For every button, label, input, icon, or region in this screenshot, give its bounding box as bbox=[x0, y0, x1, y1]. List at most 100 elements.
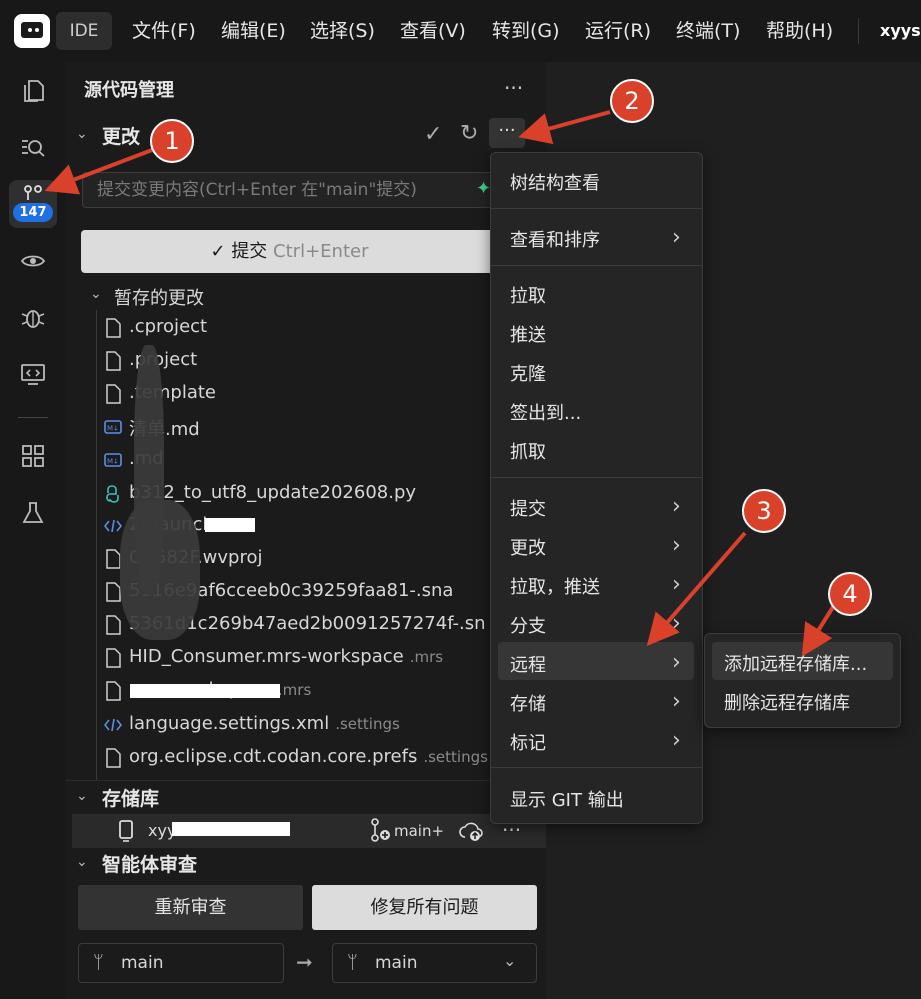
markdown-icon: M↓ bbox=[104, 417, 122, 437]
menu-item-tags[interactable]: 标记 bbox=[510, 729, 546, 755]
file-row[interactable]: b312_to_utf8_update202608.py bbox=[66, 478, 490, 511]
menu-item-pull[interactable]: 拉取 bbox=[510, 282, 546, 308]
panel-title: 源代码管理 bbox=[84, 80, 174, 101]
menu-goto[interactable]: 转到(G) bbox=[492, 0, 560, 62]
menu-separator bbox=[491, 477, 702, 478]
agent-review-section-label[interactable]: 智能体审查 bbox=[102, 850, 197, 877]
submenu-add-remote[interactable]: 添加远程存储库... bbox=[724, 650, 867, 676]
menu-item-remote[interactable]: 远程 bbox=[510, 651, 546, 677]
svg-text:M↓: M↓ bbox=[107, 458, 119, 466]
commit-check-icon[interactable]: ✓ bbox=[424, 122, 442, 147]
file-row[interactable]: M↓ 清单.md bbox=[66, 411, 490, 444]
menu-file[interactable]: 文件(F) bbox=[132, 0, 196, 62]
agent-chevron-icon[interactable]: ⌄ bbox=[76, 854, 88, 870]
menu-item-commit[interactable]: 提交 bbox=[510, 495, 546, 521]
file-row[interactable]: M↓.md bbox=[66, 444, 490, 477]
redaction-mark bbox=[205, 518, 255, 532]
repositories-section-label[interactable]: 存储库 bbox=[102, 784, 159, 811]
eye-icon[interactable] bbox=[20, 248, 46, 274]
menu-edit[interactable]: 编辑(E) bbox=[221, 0, 286, 62]
menu-item-changes[interactable]: 更改 bbox=[510, 534, 546, 560]
app-logo-icon[interactable] bbox=[14, 14, 50, 48]
to-branch-select[interactable]: ᛘ main ⌄ bbox=[332, 943, 537, 983]
file-icon bbox=[104, 681, 122, 701]
app-name: IDE bbox=[56, 12, 112, 50]
code-icon bbox=[103, 516, 123, 536]
chevron-down-icon: ⌄ bbox=[503, 951, 517, 970]
menu-item-fetch[interactable]: 抓取 bbox=[510, 438, 546, 464]
explorer-icon[interactable] bbox=[20, 78, 46, 104]
activity-separator bbox=[18, 417, 48, 418]
markdown-icon: M↓ bbox=[104, 450, 122, 470]
commit-message-input[interactable]: 提交变更内容(Ctrl+Enter 在"main"提交) bbox=[82, 172, 502, 208]
arrow-right-icon: ➞ bbox=[296, 950, 313, 974]
fix-all-button[interactable]: 修复所有问题 bbox=[312, 885, 537, 930]
commit-button[interactable]: ✓ 提交 Ctrl+Enter bbox=[81, 230, 498, 273]
menu-run[interactable]: 运行(R) bbox=[585, 0, 651, 62]
file-row[interactable]: .cproject bbox=[66, 312, 490, 345]
commit-shortcut: Ctrl+Enter bbox=[273, 241, 369, 262]
submenu-remove-remote[interactable]: 删除远程存储库 bbox=[724, 689, 850, 715]
repo-chevron-icon[interactable]: ⌄ bbox=[76, 788, 88, 804]
file-folder: .settings bbox=[423, 748, 488, 766]
menu-terminal[interactable]: 终端(T) bbox=[676, 0, 740, 62]
file-row[interactable]: language.settings.xml .settings bbox=[66, 709, 490, 742]
file-name: org.eclipse.cdt.codan.core.prefs .setting… bbox=[129, 746, 488, 767]
refresh-icon[interactable]: ↻ bbox=[460, 121, 478, 146]
commit-button-label: 提交 bbox=[231, 241, 268, 262]
rereview-button[interactable]: 重新审查 bbox=[78, 885, 303, 930]
menu-separator bbox=[491, 208, 702, 209]
menu-item-checkout-to[interactable]: 签出到... bbox=[510, 399, 581, 425]
repo-icon bbox=[119, 820, 133, 842]
menu-item-show-git-output[interactable]: 显示 GIT 输出 bbox=[510, 786, 624, 812]
to-branch-label: main bbox=[375, 953, 418, 973]
testing-icon[interactable] bbox=[20, 500, 46, 526]
menu-item-clone[interactable]: 克隆 bbox=[510, 360, 546, 386]
remote-explorer-icon[interactable] bbox=[20, 361, 46, 387]
branch-icon[interactable] bbox=[370, 818, 392, 842]
file-row[interactable]: .template bbox=[66, 378, 490, 411]
file-row[interactable]: org.eclipse.cdt.codan.core.prefs .setting… bbox=[66, 742, 490, 775]
file-icon bbox=[104, 351, 122, 371]
extensions-icon[interactable] bbox=[20, 443, 46, 469]
menu-separator bbox=[491, 767, 702, 768]
menu-item-view-and-sort[interactable]: 查看和排序 bbox=[510, 226, 600, 252]
callout-1: 1 bbox=[150, 119, 194, 163]
staged-chevron-icon[interactable]: ⌄ bbox=[90, 286, 102, 302]
staged-changes-label[interactable]: 暂存的更改 bbox=[114, 284, 204, 310]
repo-branch-label[interactable]: main+ bbox=[394, 822, 444, 840]
user-account[interactable]: xyysh bbox=[880, 0, 921, 62]
file-icon bbox=[104, 318, 122, 338]
debug-icon[interactable] bbox=[20, 304, 46, 330]
menu-selection[interactable]: 选择(S) bbox=[310, 0, 375, 62]
file-folder: .mrs bbox=[409, 648, 444, 666]
from-branch-label: main bbox=[121, 953, 164, 973]
from-branch-select[interactable]: ᛘ main bbox=[78, 943, 284, 983]
changes-more-button[interactable]: ··· bbox=[489, 118, 525, 148]
chevron-right-icon: › bbox=[672, 650, 681, 675]
changes-section-label[interactable]: 更改 bbox=[102, 122, 140, 149]
menu-item-tree-view[interactable]: 树结构查看 bbox=[510, 169, 600, 195]
menu-view[interactable]: 查看(V) bbox=[400, 0, 466, 62]
code-icon bbox=[103, 715, 123, 735]
chevron-right-icon: › bbox=[672, 533, 681, 558]
menu-help[interactable]: 帮助(H) bbox=[766, 0, 833, 62]
ai-sparkle-icon[interactable]: ✦ bbox=[476, 178, 491, 199]
file-name: HID_Consumer.mrs-workspace .mrs bbox=[129, 646, 444, 667]
menu-item-branch[interactable]: 分支 bbox=[510, 612, 546, 638]
cloud-upload-icon[interactable] bbox=[458, 820, 486, 842]
file-row[interactable]: .project bbox=[66, 345, 490, 378]
menu-item-push[interactable]: 推送 bbox=[510, 321, 546, 347]
chevron-right-icon: › bbox=[672, 494, 681, 519]
callout-4: 4 bbox=[828, 572, 872, 616]
menu-item-stash[interactable]: 存储 bbox=[510, 690, 546, 716]
chevron-right-icon: › bbox=[672, 572, 681, 597]
changes-chevron-icon[interactable]: ⌄ bbox=[76, 126, 88, 142]
branch-icon: ᛘ bbox=[347, 952, 358, 973]
menu-item-pull-push[interactable]: 拉取，推送 bbox=[510, 573, 600, 599]
file-row[interactable]: HID_Consumer.mrs-workspace .mrs bbox=[66, 642, 490, 675]
search-icon[interactable] bbox=[20, 135, 46, 161]
file-folder: .settings bbox=[335, 715, 400, 733]
panel-more-icon[interactable]: ··· bbox=[504, 76, 523, 100]
callout-3: 3 bbox=[742, 489, 786, 533]
